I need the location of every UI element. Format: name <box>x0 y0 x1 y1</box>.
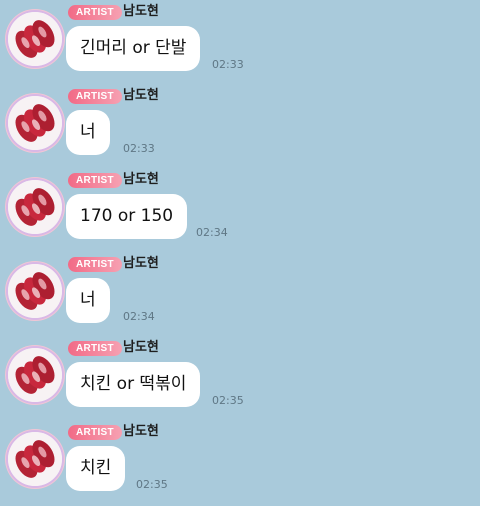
sender-name[interactable]: 남도현 <box>123 422 159 442</box>
message-row: ARTIST 남도현 치킨 02:35 <box>0 420 480 504</box>
message-bubble[interactable]: 치킨 or 떡볶이 <box>66 362 201 407</box>
message-bubble[interactable]: 170 or 150 <box>66 194 188 239</box>
message-row: ARTIST 남도현 170 or 150 02:34 <box>0 168 480 252</box>
message-time: 02:35 <box>212 394 244 407</box>
sender-avatar[interactable] <box>8 96 62 150</box>
sender-avatar[interactable] <box>8 180 62 234</box>
meat-icon <box>8 432 62 486</box>
message-bubble[interactable]: 긴머리 or 단발 <box>66 26 201 71</box>
chat-message-list[interactable]: ARTIST 남도현 긴머리 or 단발 02:33 ARTIST 남도현 너 … <box>0 0 480 506</box>
message-bubble[interactable]: 치킨 <box>66 446 126 491</box>
artist-badge: ARTIST <box>68 173 122 188</box>
message-time: 02:34 <box>123 310 155 323</box>
artist-badge: ARTIST <box>68 257 122 272</box>
sender-name[interactable]: 남도현 <box>123 170 159 190</box>
meat-icon <box>8 264 62 318</box>
message-row: ARTIST 남도현 너 02:34 <box>0 252 480 336</box>
sender-name[interactable]: 남도현 <box>123 86 159 106</box>
message-bubble[interactable]: 너 <box>66 278 110 323</box>
sender-avatar[interactable] <box>8 432 62 486</box>
message-row: ARTIST 남도현 치킨 or 떡볶이 02:35 <box>0 336 480 420</box>
meat-icon <box>8 12 62 66</box>
sender-avatar[interactable] <box>8 348 62 402</box>
sender-name[interactable]: 남도현 <box>123 254 159 274</box>
meat-icon <box>8 180 62 234</box>
meat-icon <box>8 348 62 402</box>
message-row: ARTIST 남도현 긴머리 or 단발 02:33 <box>0 0 480 84</box>
sender-name[interactable]: 남도현 <box>123 338 159 358</box>
message-time: 02:33 <box>212 58 244 71</box>
message-time: 02:33 <box>123 142 155 155</box>
artist-badge: ARTIST <box>68 89 122 104</box>
sender-name[interactable]: 남도현 <box>123 2 159 22</box>
message-row: ARTIST 남도현 너 02:33 <box>0 84 480 168</box>
artist-badge: ARTIST <box>68 5 122 20</box>
sender-avatar[interactable] <box>8 264 62 318</box>
message-bubble[interactable]: 너 <box>66 110 110 155</box>
artist-badge: ARTIST <box>68 341 122 356</box>
artist-badge: ARTIST <box>68 425 122 440</box>
sender-avatar[interactable] <box>8 12 62 66</box>
message-time: 02:35 <box>136 478 168 491</box>
meat-icon <box>8 96 62 150</box>
message-time: 02:34 <box>196 226 228 239</box>
